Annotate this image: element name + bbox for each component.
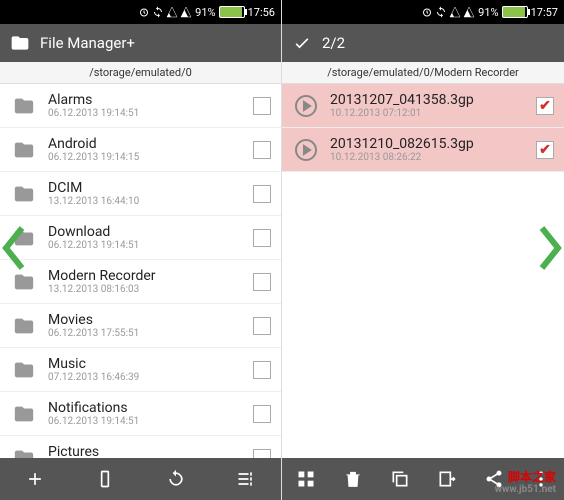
phone-right: 91% 17:57 2/2 /storage/emulated/0/Modern… xyxy=(282,0,564,500)
file-item[interactable]: Movies06.12.2013 17:55:51 xyxy=(0,304,281,348)
battery-icon xyxy=(502,6,528,18)
path-bar[interactable]: /storage/emulated/0 xyxy=(0,62,281,84)
file-name: DCIM xyxy=(48,180,243,196)
folder-icon xyxy=(10,359,38,381)
path-text: /storage/emulated/0/Modern Recorder xyxy=(327,66,519,79)
signal-icon-2 xyxy=(463,6,475,18)
checkbox[interactable] xyxy=(253,185,271,203)
checkbox[interactable] xyxy=(253,361,271,379)
file-item[interactable]: Download06.12.2013 19:14:51 xyxy=(0,216,281,260)
battery-text: 91% xyxy=(478,6,498,19)
checkbox[interactable] xyxy=(536,97,554,115)
battery-icon xyxy=(219,6,245,18)
file-meta: 06.12.2013 19:14:51 xyxy=(48,240,243,251)
watermark-url: www.jb51.net xyxy=(495,484,556,496)
folder-icon xyxy=(10,183,38,205)
file-name: Music xyxy=(48,356,243,372)
grid-button[interactable] xyxy=(282,458,329,500)
checkbox[interactable] xyxy=(253,405,271,423)
folder-icon xyxy=(10,95,38,117)
file-meta: 06.12.2013 19:14:15 xyxy=(48,152,243,163)
alarm-icon xyxy=(138,6,150,18)
move-button[interactable] xyxy=(423,458,470,500)
folder-icon xyxy=(10,447,38,459)
checkbox[interactable] xyxy=(253,273,271,291)
file-name: Alarms xyxy=(48,92,243,108)
alarm-icon xyxy=(421,6,433,18)
file-name: Notifications xyxy=(48,400,243,416)
file-meta: 07.12.2013 16:46:39 xyxy=(48,372,243,383)
status-bar: 91% 17:57 xyxy=(282,0,564,24)
refresh-button[interactable] xyxy=(141,458,211,500)
file-meta: 13.12.2013 08:16:03 xyxy=(48,284,243,295)
sync-icon xyxy=(435,6,447,18)
file-item[interactable]: 20131210_082615.3gp10.12.2013 08:26:22 xyxy=(282,128,564,172)
watermark-text: 脚本之家 xyxy=(495,470,556,484)
checkbox[interactable] xyxy=(253,141,271,159)
battery-text: 91% xyxy=(195,6,215,19)
swipe-arrow-left[interactable] xyxy=(2,226,26,274)
selection-count: 2/2 xyxy=(322,34,345,52)
file-name: 20131210_082615.3gp xyxy=(330,136,526,152)
file-name: 20131207_041358.3gp xyxy=(330,92,526,108)
swipe-arrow-right[interactable] xyxy=(538,226,562,274)
file-name: Movies xyxy=(48,312,243,328)
file-meta: 10.12.2013 07:12:01 xyxy=(330,108,526,119)
bottom-toolbar xyxy=(0,458,281,500)
file-item[interactable]: Pictures06.12.2013 17:55:51 xyxy=(0,436,281,458)
play-icon[interactable] xyxy=(292,138,320,162)
add-button[interactable] xyxy=(0,458,70,500)
file-meta: 06.12.2013 19:14:51 xyxy=(48,108,243,119)
file-name: Pictures xyxy=(48,444,243,458)
file-name: Download xyxy=(48,224,243,240)
play-icon[interactable] xyxy=(292,94,320,118)
status-icons xyxy=(138,6,192,18)
settings-button[interactable] xyxy=(211,458,281,500)
checkbox[interactable] xyxy=(253,229,271,247)
file-name: Android xyxy=(48,136,243,152)
file-list[interactable]: 20131207_041358.3gp10.12.2013 07:12:01 2… xyxy=(282,84,564,458)
file-item[interactable]: DCIM13.12.2013 16:44:10 xyxy=(0,172,281,216)
checkbox[interactable] xyxy=(253,449,271,459)
file-item[interactable]: Modern Recorder13.12.2013 08:16:03 xyxy=(0,260,281,304)
clock-text: 17:57 xyxy=(531,6,558,19)
path-text: /storage/emulated/0 xyxy=(89,66,192,79)
file-meta: 06.12.2013 19:14:51 xyxy=(48,416,243,427)
folder-icon xyxy=(10,315,38,337)
file-meta: 10.12.2013 08:26:22 xyxy=(330,152,526,163)
watermark: 脚本之家 www.jb51.net xyxy=(495,470,556,496)
checkbox[interactable] xyxy=(253,317,271,335)
signal-icon-2 xyxy=(180,6,192,18)
status-icons xyxy=(421,6,475,18)
file-item[interactable]: Android06.12.2013 19:14:15 xyxy=(0,128,281,172)
file-item[interactable]: Notifications06.12.2013 19:14:51 xyxy=(0,392,281,436)
app-title: File Manager+ xyxy=(40,34,135,52)
file-meta: 13.12.2013 16:44:10 xyxy=(48,196,243,207)
sync-icon xyxy=(152,6,164,18)
status-bar: 91% 17:56 xyxy=(0,0,281,24)
file-meta: 06.12.2013 17:55:51 xyxy=(48,328,243,339)
delete-button[interactable] xyxy=(329,458,376,500)
app-bar-selection: 2/2 xyxy=(282,24,564,62)
path-bar[interactable]: /storage/emulated/0/Modern Recorder xyxy=(282,62,564,84)
checkbox[interactable] xyxy=(253,97,271,115)
folder-icon xyxy=(10,33,30,53)
file-item[interactable]: Alarms06.12.2013 19:14:51 xyxy=(0,84,281,128)
device-button[interactable] xyxy=(70,458,140,500)
file-item[interactable]: 20131207_041358.3gp10.12.2013 07:12:01 xyxy=(282,84,564,128)
clock-text: 17:56 xyxy=(248,6,275,19)
file-item[interactable]: Music07.12.2013 16:46:39 xyxy=(0,348,281,392)
signal-icon xyxy=(449,6,461,18)
file-name: Modern Recorder xyxy=(48,268,243,284)
folder-icon xyxy=(10,403,38,425)
checkbox[interactable] xyxy=(536,141,554,159)
check-icon[interactable] xyxy=(292,33,312,53)
phone-left: 91% 17:56 File Manager+ /storage/emulate… xyxy=(0,0,282,500)
file-list[interactable]: Alarms06.12.2013 19:14:51 Android06.12.2… xyxy=(0,84,281,458)
signal-icon xyxy=(166,6,178,18)
app-bar: File Manager+ xyxy=(0,24,281,62)
copy-button[interactable] xyxy=(376,458,423,500)
folder-icon xyxy=(10,139,38,161)
